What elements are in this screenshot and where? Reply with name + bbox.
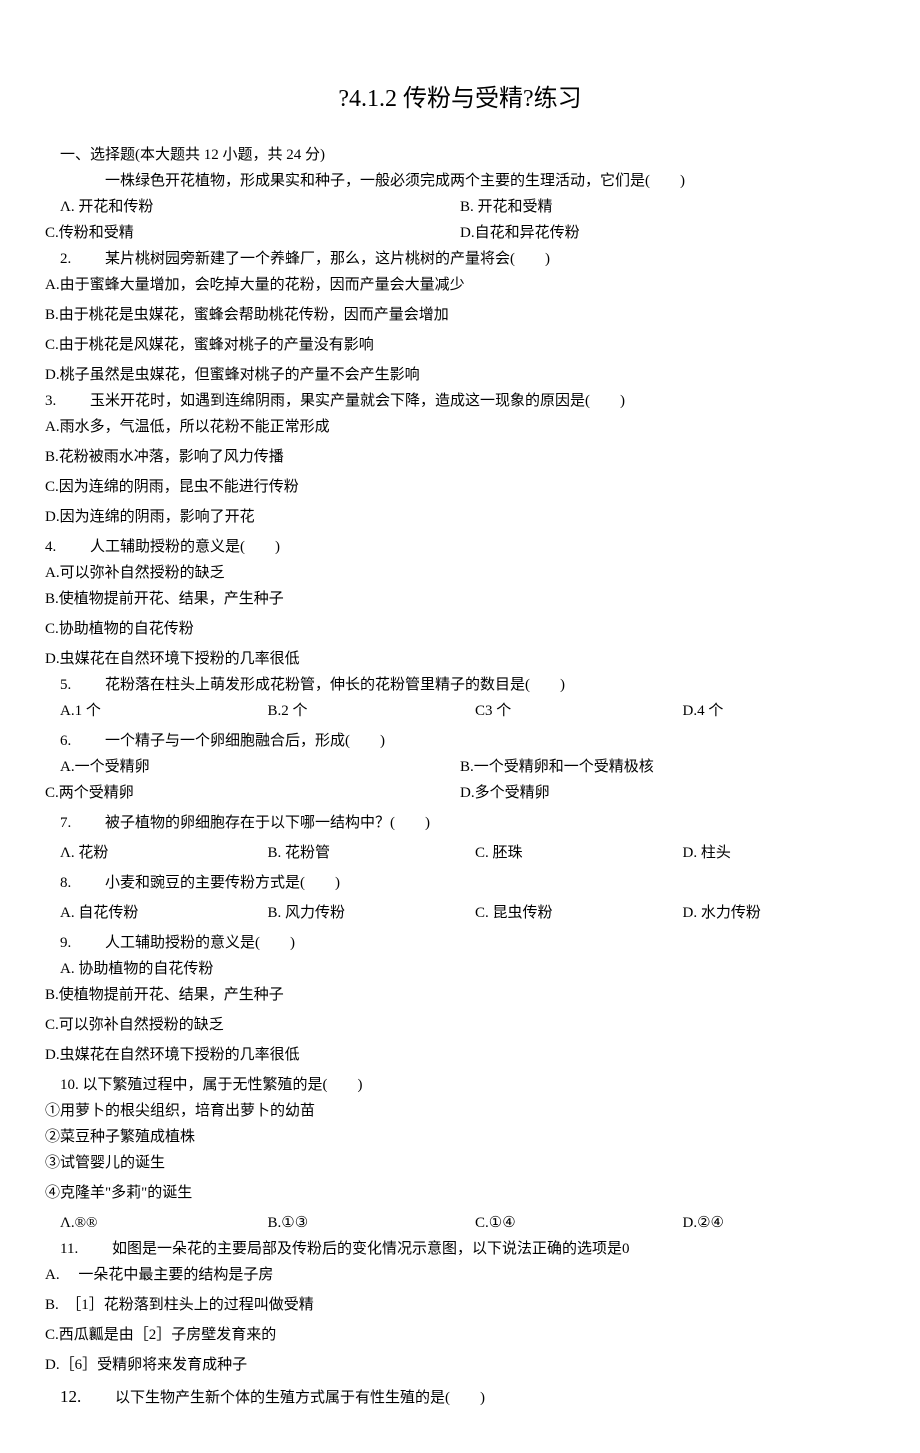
q8-option-c: C. 昆虫传粉 <box>460 901 668 925</box>
q2-num: 2. <box>60 251 71 267</box>
q8-option-b: B. 风力传粉 <box>253 901 461 925</box>
q6-text: 一个精子与一个卵细胞融合后，形成( ) <box>105 733 385 749</box>
q3-option-b: B.花粉被雨水冲落，影响了风力传播 <box>45 445 875 469</box>
q4-option-d: D.虫媒花在自然环境下授粉的几率很低 <box>45 647 875 671</box>
q10-stem: 10. 以下繁殖过程中，属于无性繁殖的是( ) <box>45 1073 875 1097</box>
q5-option-d: D.4 个 <box>668 699 876 723</box>
q2-stem: 2. 某片桃树园旁新建了一个养蜂厂，那么，这片桃树的产量将会( ) <box>45 247 875 271</box>
q12-text: 以下生物产生新个体的生殖方式属于有性生殖的是( ) <box>115 1390 485 1406</box>
question-4: 4. 人工辅助授粉的意义是( ) A.可以弥补自然授粉的缺乏 B.使植物提前开花… <box>45 535 875 671</box>
section-header: 一、选择题(本大题共 12 小题，共 24 分) <box>45 143 875 167</box>
q12-num: 12. <box>60 1387 81 1406</box>
question-6: 6. 一个精子与一个卵细胞融合后，形成( ) A.一个受精卵 B.一个受精卵和一… <box>45 729 875 805</box>
q10-line-4: ④克隆羊"多莉"的诞生 <box>45 1181 875 1205</box>
q1-option-d: D.自花和异花传粉 <box>460 221 875 245</box>
q5-option-a: A.1 个 <box>45 699 253 723</box>
q3-stem: 3. 玉米开花时，如遇到连绵阴雨，果实产量就会下降，造成这一现象的原因是( ) <box>45 389 875 413</box>
q10-option-c: C.①④ <box>460 1211 668 1235</box>
question-3: 3. 玉米开花时，如遇到连绵阴雨，果实产量就会下降，造成这一现象的原因是( ) … <box>45 389 875 529</box>
q6-option-d: D.多个受精卵 <box>460 781 875 805</box>
q10-line-2: ②菜豆种子繁殖成植株 <box>45 1125 875 1149</box>
q11-num: 11. <box>60 1241 78 1257</box>
q2-option-b: B.由于桃花是虫媒花，蜜蜂会帮助桃花传粉，因而产量会增加 <box>45 303 875 327</box>
q1-option-b: B. 开花和受精 <box>460 195 875 219</box>
q11-text: 如图是一朵花的主要局部及传粉后的变化情况示意图，以下说法正确的选项是0 <box>112 1241 630 1257</box>
q10-num: 10. <box>60 1077 79 1093</box>
q3-option-a: A.雨水多，气温低，所以花粉不能正常形成 <box>45 415 875 439</box>
question-10: 10. 以下繁殖过程中，属于无性繁殖的是( ) ①用萝卜的根尖组织，培育出萝卜的… <box>45 1073 875 1235</box>
q10-option-b: B.①③ <box>253 1211 461 1235</box>
q8-option-d: D. 水力传粉 <box>668 901 876 925</box>
page-title: ?4.1.2 传粉与受精?练习 <box>45 80 875 118</box>
q11-stem: 11. 如图是一朵花的主要局部及传粉后的变化情况示意图，以下说法正确的选项是0 <box>45 1237 875 1261</box>
question-5: 5. 花粉落在柱头上萌发形成花粉管，伸长的花粉管里精子的数目是( ) A.1 个… <box>45 673 875 723</box>
q4-stem: 4. 人工辅助授粉的意义是( ) <box>45 535 875 559</box>
q9-stem: 9. 人工辅助授粉的意义是( ) <box>45 931 875 955</box>
q10-text: 以下繁殖过程中，属于无性繁殖的是( ) <box>83 1077 363 1093</box>
q5-option-b: B.2 个 <box>253 699 461 723</box>
q6-option-c: C.两个受精卵 <box>45 781 460 805</box>
q6-option-b: B.一个受精卵和一个受精极核 <box>460 755 875 779</box>
question-1: 一株绿色开花植物，形成果实和种子，一般必须完成两个主要的生理活动，它们是( ) … <box>45 169 875 245</box>
q6-stem: 6. 一个精子与一个卵细胞融合后，形成( ) <box>45 729 875 753</box>
q10-line-1: ①用萝卜的根尖组织，培育出萝卜的幼苗 <box>45 1099 875 1123</box>
q3-num: 3. <box>45 393 56 409</box>
q4-option-a: A.可以弥补自然授粉的缺乏 <box>45 561 875 585</box>
q10-option-d: D.②④ <box>668 1211 876 1235</box>
question-9: 9. 人工辅助授粉的意义是( ) A. 协助植物的自花传粉 B.使植物提前开花、… <box>45 931 875 1067</box>
q12-stem: 12. 以下生物产生新个体的生殖方式属于有性生殖的是( ) <box>45 1383 875 1410</box>
q7-option-a: Λ. 花粉 <box>45 841 253 865</box>
q3-text: 玉米开花时，如遇到连绵阴雨，果实产量就会下降，造成这一现象的原因是( ) <box>90 393 625 409</box>
question-11: 11. 如图是一朵花的主要局部及传粉后的变化情况示意图，以下说法正确的选项是0 … <box>45 1237 875 1377</box>
q7-option-d: D. 柱头 <box>668 841 876 865</box>
q2-option-a: A.由于蜜蜂大量增加，会吃掉大量的花粉，因而产量会大量减少 <box>45 273 875 297</box>
q7-option-b: B. 花粉管 <box>253 841 461 865</box>
q9-option-c: C.可以弥补自然授粉的缺乏 <box>45 1013 875 1037</box>
q3-option-d: D.因为连绵的阴雨，影响了开花 <box>45 505 875 529</box>
q4-option-b: B.使植物提前开花、结果，产生种子 <box>45 587 875 611</box>
q4-option-c: C.协助植物的自花传粉 <box>45 617 875 641</box>
q8-text: 小麦和豌豆的主要传粉方式是( ) <box>105 875 340 891</box>
q5-text: 花粉落在柱头上萌发形成花粉管，伸长的花粉管里精子的数目是( ) <box>105 677 565 693</box>
q8-stem: 8. 小麦和豌豆的主要传粉方式是( ) <box>45 871 875 895</box>
q1-option-c: C.传粉和受精 <box>45 221 460 245</box>
q9-text: 人工辅助授粉的意义是( ) <box>105 935 295 951</box>
q11-option-a: A. 一朵花中最主要的结构是子房 <box>45 1263 875 1287</box>
q10-line-3: ③试管婴儿的诞生 <box>45 1151 875 1175</box>
q5-stem: 5. 花粉落在柱头上萌发形成花粉管，伸长的花粉管里精子的数目是( ) <box>45 673 875 697</box>
q9-option-d: D.虫媒花在自然环境下授粉的几率很低 <box>45 1043 875 1067</box>
q1-stem: 一株绿色开花植物，形成果实和种子，一般必须完成两个主要的生理活动，它们是( ) <box>45 169 875 193</box>
q4-text: 人工辅助授粉的意义是( ) <box>90 539 280 555</box>
q9-option-a: A. 协助植物的自花传粉 <box>45 957 875 981</box>
q11-option-d: D.［6］受精卵将来发育成种子 <box>45 1353 875 1377</box>
q5-option-c: C3 个 <box>460 699 668 723</box>
q11-option-c: C.西瓜瓤是由［2］子房壁发育来的 <box>45 1323 875 1347</box>
q3-option-c: C.因为连绵的阴雨，昆虫不能进行传粉 <box>45 475 875 499</box>
q8-num: 8. <box>60 875 71 891</box>
question-7: 7. 被子植物的卵细胞存在于以下哪一结构中？( ) Λ. 花粉 B. 花粉管 C… <box>45 811 875 865</box>
q9-num: 9. <box>60 935 71 951</box>
q7-num: 7. <box>60 815 71 831</box>
q2-option-d: D.桃子虽然是虫媒花，但蜜蜂对桃子的产量不会产生影响 <box>45 363 875 387</box>
question-2: 2. 某片桃树园旁新建了一个养蜂厂，那么，这片桃树的产量将会( ) A.由于蜜蜂… <box>45 247 875 387</box>
q4-num: 4. <box>45 539 56 555</box>
q2-text: 某片桃树园旁新建了一个养蜂厂，那么，这片桃树的产量将会( ) <box>105 251 550 267</box>
q2-option-c: C.由于桃花是风媒花，蜜蜂对桃子的产量没有影响 <box>45 333 875 357</box>
question-12: 12. 以下生物产生新个体的生殖方式属于有性生殖的是( ) <box>45 1383 875 1410</box>
q7-stem: 7. 被子植物的卵细胞存在于以下哪一结构中？( ) <box>45 811 875 835</box>
q6-num: 6. <box>60 733 71 749</box>
q1-option-a: Λ. 开花和传粉 <box>45 195 460 219</box>
q7-option-c: C. 胚珠 <box>460 841 668 865</box>
q9-option-b: B.使植物提前开花、结果，产生种子 <box>45 983 875 1007</box>
q7-text: 被子植物的卵细胞存在于以下哪一结构中？( ) <box>105 815 430 831</box>
q11-option-b: B. ［1］花粉落到柱头上的过程叫做受精 <box>45 1293 875 1317</box>
q5-num: 5. <box>60 677 71 693</box>
q10-option-a: Λ.®® <box>45 1211 253 1235</box>
q6-option-a: A.一个受精卵 <box>45 755 460 779</box>
question-8: 8. 小麦和豌豆的主要传粉方式是( ) A. 自花传粉 B. 风力传粉 C. 昆… <box>45 871 875 925</box>
q8-option-a: A. 自花传粉 <box>45 901 253 925</box>
